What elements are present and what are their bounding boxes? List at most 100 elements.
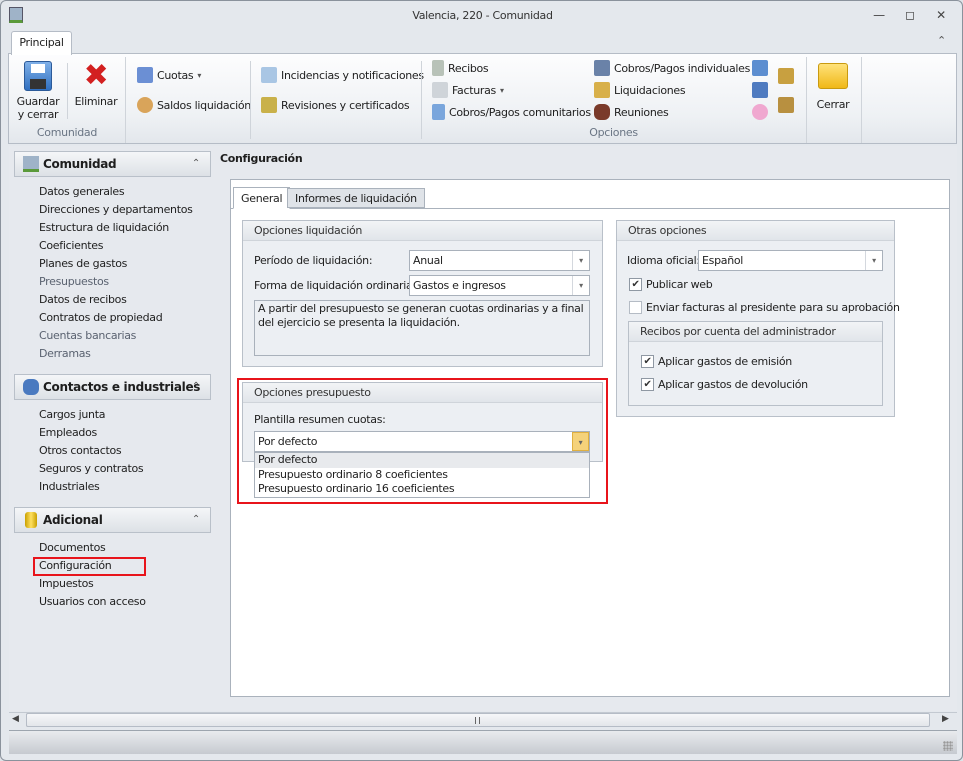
idioma-select[interactable]: Español ▾	[698, 250, 883, 271]
recibos-button[interactable]: Recibos	[432, 60, 489, 76]
highlight-box-presupuesto	[237, 378, 608, 504]
nav-item-otros-contactos[interactable]: Otros contactos	[39, 442, 122, 460]
liquidaciones-button[interactable]: Liquidaciones	[594, 82, 686, 98]
checkbox-unchecked-icon[interactable]	[629, 301, 642, 314]
collapse-chevron-icon[interactable]: ⌃	[192, 508, 200, 532]
restore-button[interactable]: ◻	[900, 7, 920, 23]
group-label-comunidad: Comunidad	[36, 126, 98, 139]
nav-item-empleados[interactable]: Empleados	[39, 424, 97, 442]
guardar-cerrar-button[interactable]: Guardar y cerrar	[15, 61, 61, 121]
resize-grip-icon[interactable]	[943, 741, 953, 751]
minimize-button[interactable]: —	[869, 7, 889, 23]
notification-icon	[261, 67, 277, 83]
title-bar: Valencia, 220 - Comunidad	[1, 1, 963, 31]
checkbox-checked-icon[interactable]: ✔	[629, 278, 642, 291]
forma-select[interactable]: Gastos e ingresos ▾	[409, 275, 590, 296]
receipt-icon	[432, 60, 444, 76]
nav-item-seguros[interactable]: Seguros y contratos	[39, 460, 144, 478]
guardar-label: Guardar y cerrar	[16, 95, 60, 121]
collapse-chevron-icon[interactable]: ⌃	[192, 152, 200, 176]
nav-item-planes-gastos[interactable]: Planes de gastos	[39, 255, 127, 273]
nav-item-cuentas-bancarias[interactable]: Cuentas bancarias	[39, 327, 136, 345]
incidencias-button[interactable]: Incidencias y notificaciones	[261, 67, 424, 83]
page-title: Configuración	[220, 152, 303, 165]
eliminar-label: Eliminar	[74, 95, 118, 108]
scales-icon	[137, 97, 153, 113]
nav-item-datos-recibos[interactable]: Datos de recibos	[39, 291, 127, 309]
forma-description: A partir del presupuesto se generan cuot…	[254, 300, 590, 356]
scroll-right-icon[interactable]: ▶	[942, 714, 949, 724]
publicar-web-checkbox[interactable]: ✔ Publicar web	[629, 278, 713, 291]
people-icon	[23, 379, 39, 395]
certificate-bell-icon	[261, 97, 277, 113]
scrollbar-thumb-full[interactable]	[26, 713, 930, 727]
ribbon-tab-principal[interactable]: Principal	[11, 31, 72, 55]
app-window: Valencia, 220 - Comunidad — ◻ ✕ ⌃ Princi…	[0, 0, 963, 761]
window-title: Valencia, 220 - Comunidad	[412, 9, 553, 22]
nav-item-industriales[interactable]: Industriales	[39, 478, 100, 496]
group-title: Opciones liquidación	[243, 221, 602, 241]
dropdown-arrow-icon[interactable]: ▾	[572, 276, 589, 295]
report-icon[interactable]	[752, 60, 768, 76]
nav-item-derramas[interactable]: Derramas	[39, 345, 91, 363]
tab-general[interactable]: General	[233, 187, 291, 209]
collapse-chevron-icon[interactable]: ⌃	[192, 375, 200, 399]
calendar-icon	[137, 67, 153, 83]
dropdown-arrow-icon[interactable]: ▾	[865, 251, 882, 270]
enviar-facturas-checkbox[interactable]: Enviar facturas al presidente para su ap…	[629, 301, 900, 314]
building-icon	[23, 156, 39, 172]
reuniones-button[interactable]: Reuniones	[594, 104, 669, 120]
database-cylinder-icon	[25, 512, 37, 528]
checkbox-checked-icon[interactable]: ✔	[641, 355, 654, 368]
status-bar	[9, 730, 957, 754]
red-x-delete-icon: ✖	[83, 58, 109, 93]
nav-item-contratos[interactable]: Contratos de propiedad	[39, 309, 163, 327]
nav-group-contactos[interactable]: Contactos e industriales ⌃	[14, 374, 211, 400]
tab-informes-liquidacion[interactable]: Informes de liquidación	[287, 188, 425, 208]
nav-item-documentos[interactable]: Documentos	[39, 539, 106, 557]
nav-item-cargos-junta[interactable]: Cargos junta	[39, 406, 105, 424]
nav-item-presupuestos[interactable]: Presupuestos	[39, 273, 109, 291]
app-icon	[9, 7, 23, 23]
cuotas-button[interactable]: Cuotas ▾	[137, 67, 201, 83]
invoice-icon	[432, 82, 448, 98]
eliminar-button[interactable]: ✖ Eliminar	[73, 58, 119, 109]
nav-group-comunidad[interactable]: Comunidad ⌃	[14, 151, 211, 177]
group-title: Recibos por cuenta del administrador	[629, 322, 882, 342]
group-label-opciones: Opciones	[589, 126, 638, 139]
cobros-pagos-comunitarios-button[interactable]: Cobros/Pagos comunitarios	[432, 104, 591, 120]
group-title: Otras opciones	[617, 221, 894, 241]
nav-group-adicional[interactable]: Adicional ⌃	[14, 507, 211, 533]
periodo-label: Período de liquidación:	[254, 254, 373, 267]
folder-exit-icon	[818, 63, 848, 89]
cobros-pagos-individuales-button[interactable]: Cobros/Pagos individuales	[594, 60, 750, 76]
forma-label: Forma de liquidación ordinaria:	[254, 279, 416, 292]
gastos-devolucion-checkbox[interactable]: ✔ Aplicar gastos de devolución	[641, 378, 808, 391]
ribbon-collapse-icon[interactable]: ⌃	[937, 34, 946, 47]
facturas-button[interactable]: Facturas ▾	[432, 82, 504, 98]
nav-item-usuarios[interactable]: Usuarios con acceso	[39, 593, 146, 611]
periodo-select[interactable]: Anual ▾	[409, 250, 590, 271]
nav-item-estructura[interactable]: Estructura de liquidación	[39, 219, 169, 237]
idioma-label: Idioma oficial:	[627, 254, 700, 267]
piggy-bank-icon[interactable]	[752, 104, 768, 120]
printer-money-icon[interactable]	[778, 68, 794, 84]
checkbox-checked-icon[interactable]: ✔	[641, 378, 654, 391]
close-button[interactable]: ✕	[931, 7, 951, 23]
printer-person-icon[interactable]	[778, 97, 794, 113]
nav-item-impuestos[interactable]: Impuestos	[39, 575, 94, 593]
cerrar-button[interactable]: Cerrar	[811, 59, 855, 111]
nav-item-configuracion[interactable]: Configuración	[39, 557, 112, 575]
tax-form-icon[interactable]	[752, 82, 768, 98]
person-calculator-icon	[594, 60, 610, 76]
meeting-people-icon	[594, 104, 610, 120]
nav-item-direcciones[interactable]: Direcciones y departamentos	[39, 201, 193, 219]
saldos-liquidacion-button[interactable]: Saldos liquidación	[137, 97, 251, 113]
nav-item-coeficientes[interactable]: Coeficientes	[39, 237, 103, 255]
gastos-emision-checkbox[interactable]: ✔ Aplicar gastos de emisión	[641, 355, 792, 368]
revisiones-button[interactable]: Revisiones y certificados	[261, 97, 410, 113]
nav-item-datos-generales[interactable]: Datos generales	[39, 183, 125, 201]
scroll-left-icon[interactable]: ◀	[12, 714, 19, 724]
floppy-save-icon	[24, 61, 52, 91]
dropdown-arrow-icon[interactable]: ▾	[572, 251, 589, 270]
